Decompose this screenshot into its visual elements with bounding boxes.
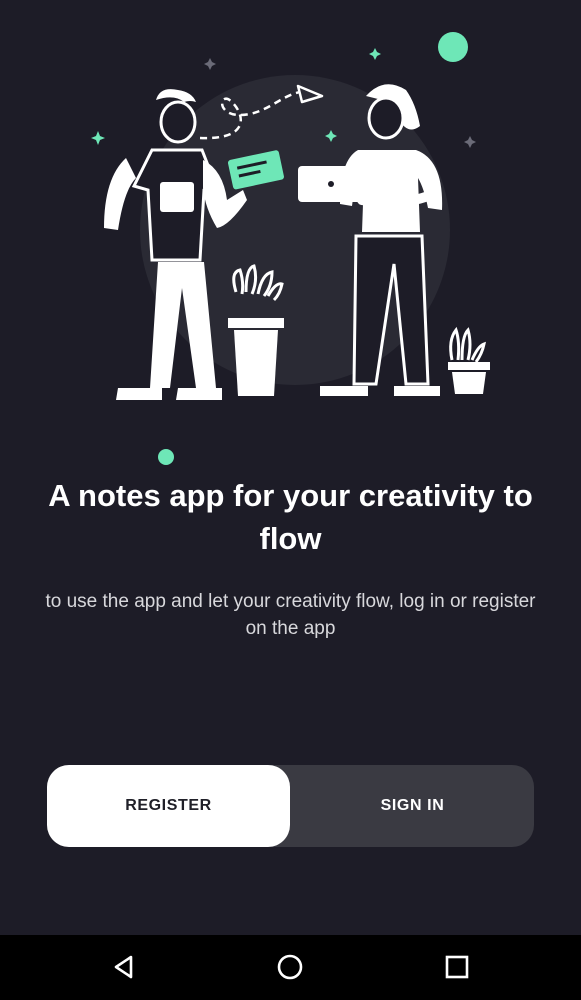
nav-home-button[interactable]: [268, 947, 312, 987]
auth-toggle: REGISTER SIGN IN: [47, 765, 534, 847]
home-circle-icon: [277, 954, 303, 980]
nav-back-button[interactable]: [102, 947, 146, 987]
register-button[interactable]: REGISTER: [47, 765, 290, 847]
nav-recents-button[interactable]: [435, 947, 479, 987]
accent-dot-top: [438, 32, 468, 62]
back-triangle-icon: [114, 955, 133, 979]
accent-dot-bottom: [158, 449, 174, 465]
welcome-subtitle: to use the app and let your creativity f…: [45, 591, 536, 639]
collaboration-illustration: [91, 32, 490, 465]
sign-in-button[interactable]: SIGN IN: [291, 765, 534, 847]
welcome-screen: A notes app for your creativity to flow …: [0, 0, 581, 935]
potted-plant-small: [448, 326, 490, 394]
recents-square-icon: [445, 955, 469, 979]
welcome-headline: A notes app for your creativity to flow: [48, 478, 533, 556]
system-nav-bar: [0, 935, 581, 1000]
